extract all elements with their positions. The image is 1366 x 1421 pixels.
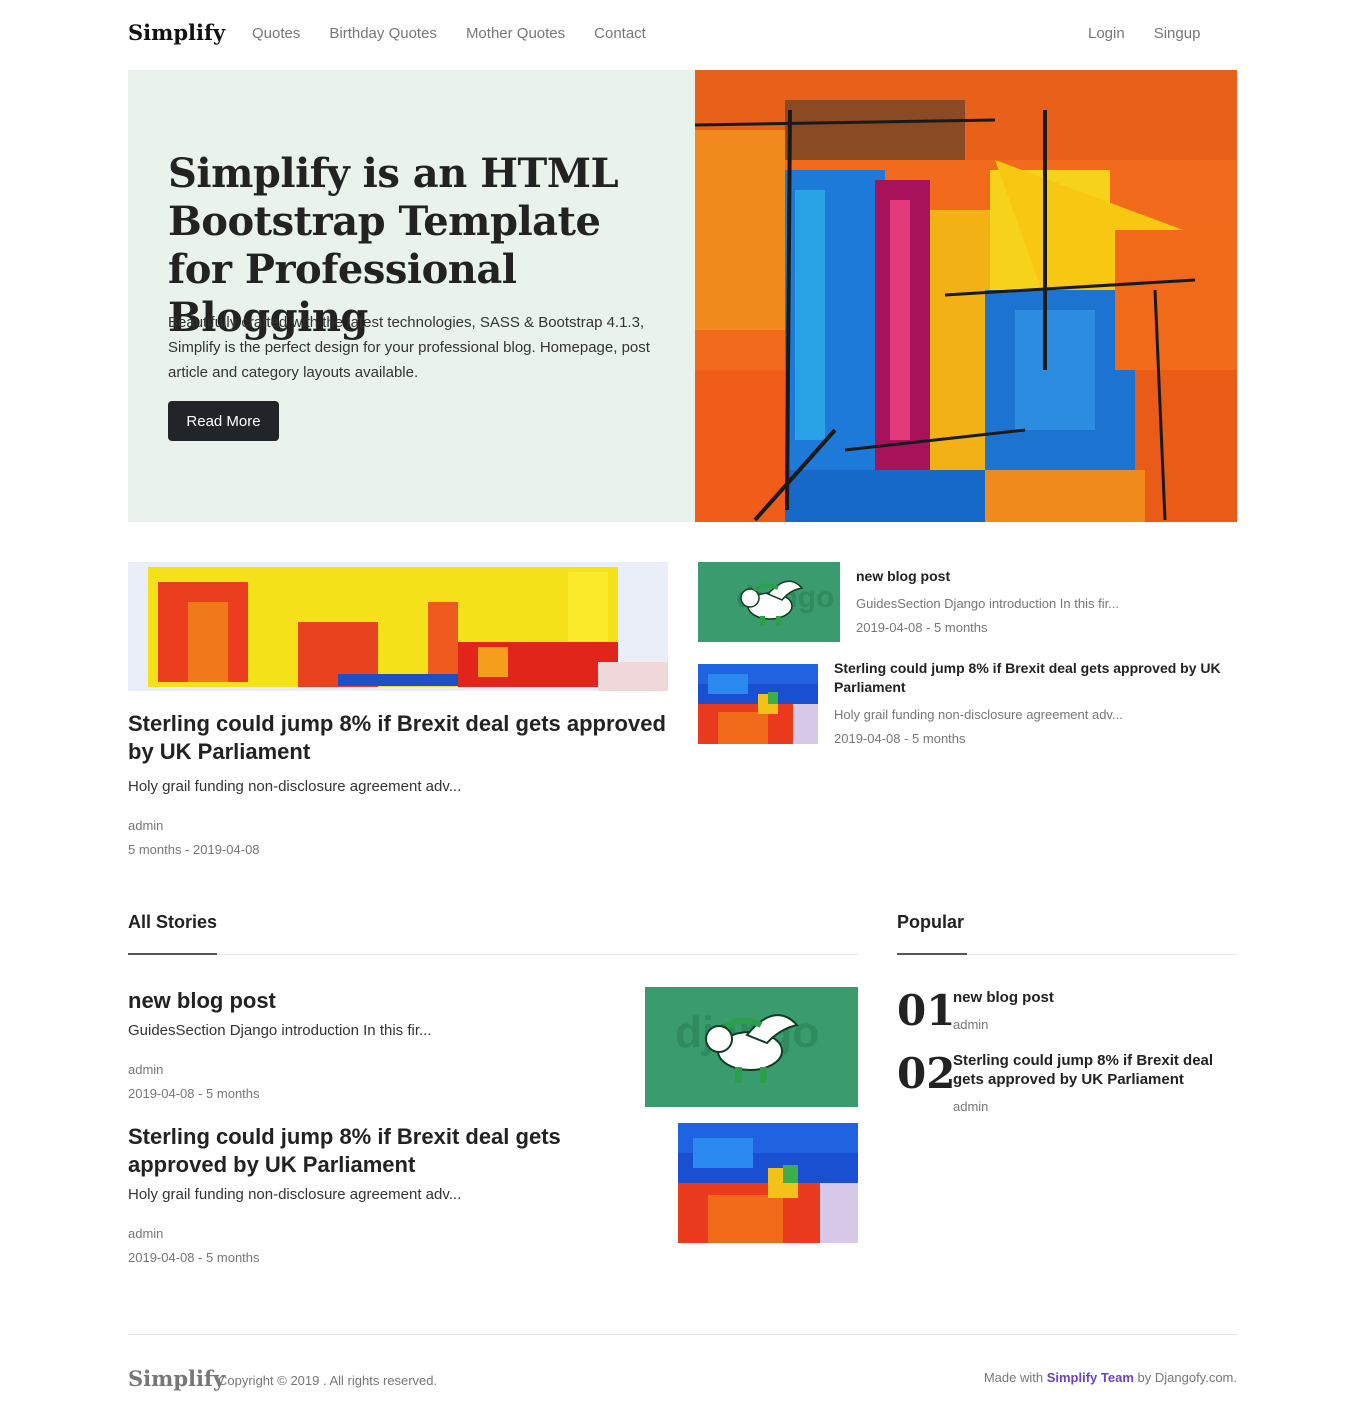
footer-copyright: Copyright © 2019 . All rights reserved. xyxy=(218,1373,438,1388)
side-post-date-1: 2019-04-08 - 5 months xyxy=(856,620,988,635)
footer-brand[interactable]: Simplify xyxy=(128,1366,225,1391)
signup-link[interactable]: Singup xyxy=(1154,25,1201,42)
featured-post-author[interactable]: admin xyxy=(128,818,163,833)
nav-link-birthday-quotes[interactable]: Birthday Quotes xyxy=(329,25,437,42)
popular-underline xyxy=(897,953,967,955)
read-more-button[interactable]: Read More xyxy=(168,401,279,441)
story-author-2[interactable]: admin xyxy=(128,1226,163,1241)
story-date-1: 2019-04-08 - 5 months xyxy=(128,1086,260,1101)
all-stories-heading: All Stories xyxy=(128,912,218,932)
hero: Simplify is an HTML Bootstrap Template f… xyxy=(128,70,1237,522)
yellow-paint-image xyxy=(128,562,668,691)
abstract-painting-image xyxy=(695,70,1237,522)
brand-logo[interactable]: Simplify xyxy=(128,20,225,45)
featured-post-title[interactable]: Sterling could jump 8% if Brexit deal ge… xyxy=(128,710,673,766)
story-excerpt-2: Holy grail funding non-disclosure agreem… xyxy=(128,1186,462,1203)
story-title-2[interactable]: Sterling could jump 8% if Brexit deal ge… xyxy=(128,1123,598,1179)
hero-image xyxy=(695,70,1237,522)
popular-author-2[interactable]: admin xyxy=(953,1099,988,1114)
popular-heading: Popular xyxy=(897,912,965,932)
blue-paint-image xyxy=(698,664,818,744)
featured-post-excerpt: Holy grail funding non-disclosure agreem… xyxy=(128,778,462,795)
side-post-thumb-2[interactable] xyxy=(698,664,818,744)
django-pony-image: django xyxy=(698,562,840,642)
popular-author-1[interactable]: admin xyxy=(953,1017,988,1032)
nav-link-contact[interactable]: Contact xyxy=(594,25,646,42)
django-pony-image: django xyxy=(645,987,858,1107)
blue-paint-image xyxy=(678,1123,858,1243)
popular-number-1: 01 xyxy=(897,986,956,1035)
footer-made-prefix: Made with xyxy=(983,1370,1044,1385)
login-link[interactable]: Login xyxy=(1088,25,1125,42)
story-excerpt-1: GuidesSection Django introduction In thi… xyxy=(128,1022,432,1039)
side-post-title-1[interactable]: new blog post xyxy=(856,567,1236,586)
featured-post-image[interactable] xyxy=(128,562,668,691)
side-post-excerpt-2: Holy grail funding non-disclosure agreem… xyxy=(834,707,1123,722)
story-title-1[interactable]: new blog post xyxy=(128,987,628,1015)
story-author-1[interactable]: admin xyxy=(128,1062,163,1077)
hero-description: Beautifully crafted with the latest tech… xyxy=(168,314,650,381)
story-thumb-1[interactable]: django xyxy=(645,987,858,1107)
nav-links: Quotes Birthday Quotes Mother Quotes Con… xyxy=(252,25,675,42)
popular-title-2[interactable]: Sterling could jump 8% if Brexit deal ge… xyxy=(953,1051,1223,1089)
story-date-2: 2019-04-08 - 5 months xyxy=(128,1250,260,1265)
side-post-title-2[interactable]: Sterling could jump 8% if Brexit deal ge… xyxy=(834,659,1239,697)
side-post-date-2: 2019-04-08 - 5 months xyxy=(834,731,966,746)
story-thumb-2[interactable] xyxy=(678,1123,858,1243)
footer-divider xyxy=(128,1334,1238,1335)
nav-link-mother-quotes[interactable]: Mother Quotes xyxy=(466,25,565,42)
popular-title-1[interactable]: new blog post xyxy=(953,988,1223,1007)
side-post-excerpt-1: GuidesSection Django introduction In thi… xyxy=(856,596,1120,611)
nav-auth-links: Login Singup xyxy=(1088,25,1229,42)
footer-made-suffix: by Djangofy.com. xyxy=(1137,1370,1237,1385)
all-stories-underline xyxy=(128,953,217,955)
side-post-thumb-1[interactable]: django xyxy=(698,562,840,642)
footer-credits: Made with Simplify Team by Djangofy.com. xyxy=(984,1370,1237,1385)
popular-number-2: 02 xyxy=(897,1049,956,1098)
footer-team-link[interactable]: Simplify Team xyxy=(1047,1370,1134,1385)
all-stories-divider xyxy=(128,954,858,955)
nav-link-quotes[interactable]: Quotes xyxy=(252,25,300,42)
hero-panel: Simplify is an HTML Bootstrap Template f… xyxy=(128,70,695,522)
navbar: Simplify Quotes Birthday Quotes Mother Q… xyxy=(0,0,1366,70)
featured-post-date: 5 months - 2019-04-08 xyxy=(128,842,260,857)
